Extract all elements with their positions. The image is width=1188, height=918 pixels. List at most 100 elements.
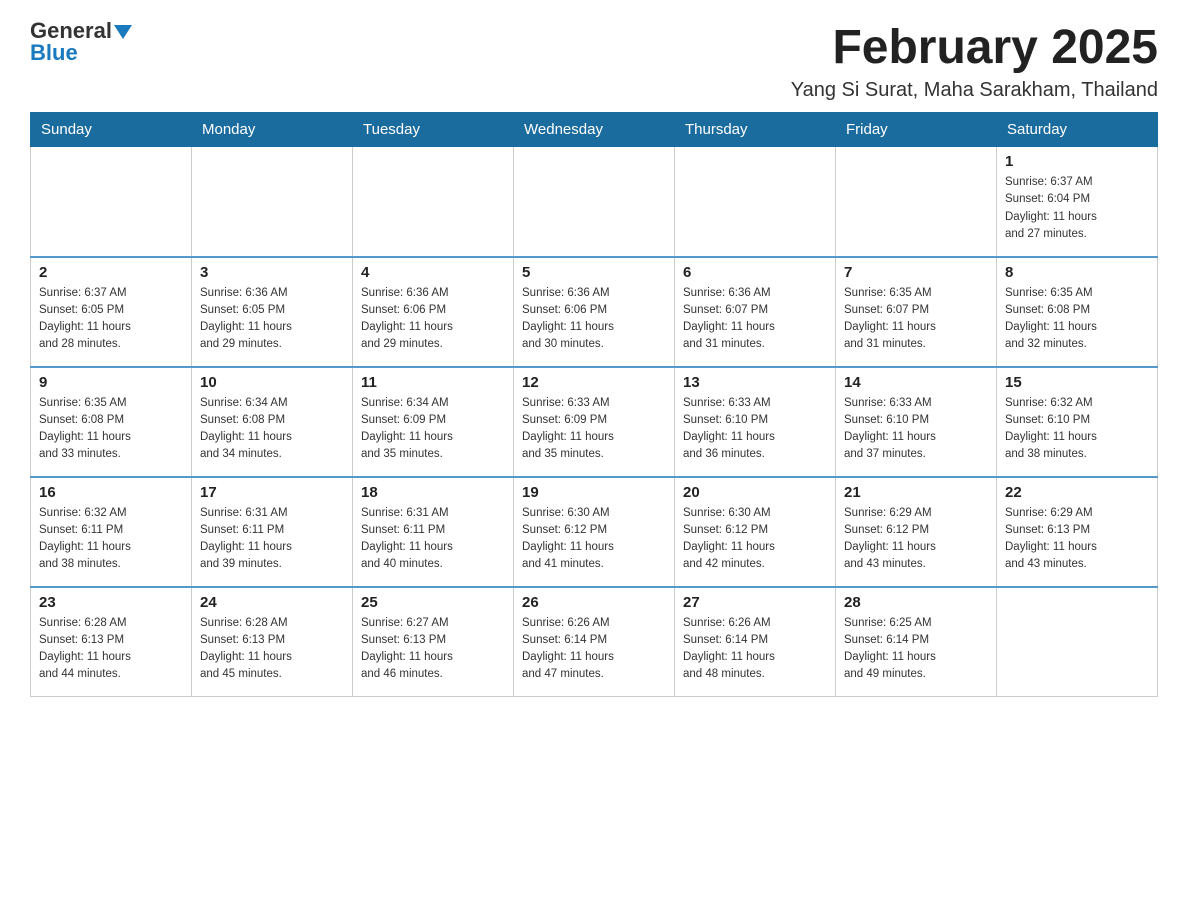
day-info: Sunrise: 6:33 AM Sunset: 6:09 PM Dayligh… — [522, 395, 666, 464]
calendar-cell — [192, 147, 353, 257]
day-info: Sunrise: 6:34 AM Sunset: 6:09 PM Dayligh… — [361, 395, 505, 464]
day-number: 14 — [844, 374, 988, 391]
day-info: Sunrise: 6:29 AM Sunset: 6:13 PM Dayligh… — [1005, 505, 1149, 574]
day-info: Sunrise: 6:26 AM Sunset: 6:14 PM Dayligh… — [522, 615, 666, 684]
calendar-title: February 2025 — [791, 20, 1158, 75]
calendar-cell: 22Sunrise: 6:29 AM Sunset: 6:13 PM Dayli… — [997, 477, 1158, 587]
calendar-cell: 4 Sunrise: 6:36 AM Sunset: 6:06 PM Daylig… — [353, 257, 514, 367]
calendar-cell: 19 Sunrise: 6:30 AM Sunset: 6:12 PM Dayli… — [514, 477, 675, 587]
day-number: 3 — [200, 264, 344, 281]
logo: General Blue — [30, 20, 132, 64]
day-info: Sunrise: 6:30 AM Sunset: 6:12 PM Dayligh… — [683, 505, 827, 574]
day-number: 1 — [1005, 153, 1149, 170]
day-number: 12 — [522, 374, 666, 391]
day-info: Sunrise: 6:35 AM Sunset: 6:07 PM Dayligh… — [844, 285, 988, 354]
calendar-cell: 21Sunrise: 6:29 AM Sunset: 6:12 PM Dayli… — [836, 477, 997, 587]
day-info: Sunrise: 6:29 AM Sunset: 6:12 PM Dayligh… — [844, 505, 988, 574]
calendar-cell: 11 Sunrise: 6:34 AM Sunset: 6:09 PM Dayli… — [353, 367, 514, 477]
calendar-cell: 23 Sunrise: 6:28 AM Sunset: 6:13 PM Dayli… — [31, 587, 192, 697]
day-number: 26 — [522, 594, 666, 611]
day-info: Sunrise: 6:28 AM Sunset: 6:13 PM Dayligh… — [39, 615, 183, 684]
day-number: 20 — [683, 484, 827, 501]
calendar-cell: 20 Sunrise: 6:30 AM Sunset: 6:12 PM Dayli… — [675, 477, 836, 587]
day-info: Sunrise: 6:35 AM Sunset: 6:08 PM Dayligh… — [39, 395, 183, 464]
calendar-cell — [353, 147, 514, 257]
day-number: 7 — [844, 264, 988, 281]
day-info: Sunrise: 6:37 AM Sunset: 6:04 PM Dayligh… — [1005, 174, 1149, 243]
day-number: 9 — [39, 374, 183, 391]
calendar-cell — [836, 147, 997, 257]
calendar-cell: 1 Sunrise: 6:37 AM Sunset: 6:04 PM Daylig… — [997, 147, 1158, 257]
day-info: Sunrise: 6:28 AM Sunset: 6:13 PM Dayligh… — [200, 615, 344, 684]
logo-blue-text: Blue — [30, 40, 78, 65]
day-number: 2 — [39, 264, 183, 281]
day-number: 17 — [200, 484, 344, 501]
day-of-week-header: Tuesday — [353, 113, 514, 147]
day-info: Sunrise: 6:36 AM Sunset: 6:06 PM Dayligh… — [522, 285, 666, 354]
calendar-cell: 15 Sunrise: 6:32 AM Sunset: 6:10 PM Dayli… — [997, 367, 1158, 477]
day-number: 5 — [522, 264, 666, 281]
calendar-cell: 16 Sunrise: 6:32 AM Sunset: 6:11 PM Dayli… — [31, 477, 192, 587]
day-number: 16 — [39, 484, 183, 501]
day-number: 15 — [1005, 374, 1149, 391]
day-info: Sunrise: 6:25 AM Sunset: 6:14 PM Dayligh… — [844, 615, 988, 684]
day-of-week-header: Wednesday — [514, 113, 675, 147]
calendar-cell: 2 Sunrise: 6:37 AM Sunset: 6:05 PM Daylig… — [31, 257, 192, 367]
day-number: 4 — [361, 264, 505, 281]
calendar-cell: 3 Sunrise: 6:36 AM Sunset: 6:05 PM Daylig… — [192, 257, 353, 367]
calendar-week-row: 2 Sunrise: 6:37 AM Sunset: 6:05 PM Daylig… — [31, 257, 1158, 367]
day-number: 19 — [522, 484, 666, 501]
calendar-cell — [997, 587, 1158, 697]
day-number: 24 — [200, 594, 344, 611]
logo-triangle-icon — [114, 25, 132, 39]
calendar-cell: 10 Sunrise: 6:34 AM Sunset: 6:08 PM Dayli… — [192, 367, 353, 477]
calendar-cell: 14Sunrise: 6:33 AM Sunset: 6:10 PM Dayli… — [836, 367, 997, 477]
day-number: 23 — [39, 594, 183, 611]
day-info: Sunrise: 6:32 AM Sunset: 6:10 PM Dayligh… — [1005, 395, 1149, 464]
day-info: Sunrise: 6:32 AM Sunset: 6:11 PM Dayligh… — [39, 505, 183, 574]
day-number: 8 — [1005, 264, 1149, 281]
day-number: 25 — [361, 594, 505, 611]
day-info: Sunrise: 6:36 AM Sunset: 6:06 PM Dayligh… — [361, 285, 505, 354]
calendar-cell: 25 Sunrise: 6:27 AM Sunset: 6:13 PM Dayli… — [353, 587, 514, 697]
day-of-week-header: Friday — [836, 113, 997, 147]
day-number: 13 — [683, 374, 827, 391]
calendar-cell — [675, 147, 836, 257]
day-of-week-header: Sunday — [31, 113, 192, 147]
day-info: Sunrise: 6:35 AM Sunset: 6:08 PM Dayligh… — [1005, 285, 1149, 354]
day-number: 18 — [361, 484, 505, 501]
calendar-cell: 18 Sunrise: 6:31 AM Sunset: 6:11 PM Dayli… — [353, 477, 514, 587]
day-info: Sunrise: 6:33 AM Sunset: 6:10 PM Dayligh… — [683, 395, 827, 464]
day-number: 27 — [683, 594, 827, 611]
calendar-cell: 13 Sunrise: 6:33 AM Sunset: 6:10 PM Dayli… — [675, 367, 836, 477]
page-header: General Blue February 2025 Yang Si Surat… — [30, 20, 1158, 102]
calendar-subtitle: Yang Si Surat, Maha Sarakham, Thailand — [791, 79, 1158, 102]
calendar-cell: 17Sunrise: 6:31 AM Sunset: 6:11 PM Dayli… — [192, 477, 353, 587]
calendar-header-row: SundayMondayTuesdayWednesdayThursdayFrid… — [31, 113, 1158, 147]
calendar-cell: 9 Sunrise: 6:35 AM Sunset: 6:08 PM Daylig… — [31, 367, 192, 477]
calendar-week-row: 16 Sunrise: 6:32 AM Sunset: 6:11 PM Dayli… — [31, 477, 1158, 587]
day-number: 11 — [361, 374, 505, 391]
day-info: Sunrise: 6:36 AM Sunset: 6:05 PM Dayligh… — [200, 285, 344, 354]
day-info: Sunrise: 6:31 AM Sunset: 6:11 PM Dayligh… — [361, 505, 505, 574]
day-number: 6 — [683, 264, 827, 281]
day-number: 10 — [200, 374, 344, 391]
day-of-week-header: Monday — [192, 113, 353, 147]
day-info: Sunrise: 6:27 AM Sunset: 6:13 PM Dayligh… — [361, 615, 505, 684]
calendar-cell — [514, 147, 675, 257]
day-info: Sunrise: 6:34 AM Sunset: 6:08 PM Dayligh… — [200, 395, 344, 464]
calendar-cell: 26 Sunrise: 6:26 AM Sunset: 6:14 PM Dayli… — [514, 587, 675, 697]
day-of-week-header: Thursday — [675, 113, 836, 147]
calendar-week-row: 1 Sunrise: 6:37 AM Sunset: 6:04 PM Daylig… — [31, 147, 1158, 257]
day-info: Sunrise: 6:37 AM Sunset: 6:05 PM Dayligh… — [39, 285, 183, 354]
title-block: February 2025 Yang Si Surat, Maha Sarakh… — [791, 20, 1158, 102]
calendar-week-row: 23 Sunrise: 6:28 AM Sunset: 6:13 PM Dayli… — [31, 587, 1158, 697]
calendar-table: SundayMondayTuesdayWednesdayThursdayFrid… — [30, 112, 1158, 697]
calendar-cell: 12 Sunrise: 6:33 AM Sunset: 6:09 PM Dayli… — [514, 367, 675, 477]
day-info: Sunrise: 6:36 AM Sunset: 6:07 PM Dayligh… — [683, 285, 827, 354]
calendar-cell: 5 Sunrise: 6:36 AM Sunset: 6:06 PM Daylig… — [514, 257, 675, 367]
calendar-week-row: 9 Sunrise: 6:35 AM Sunset: 6:08 PM Daylig… — [31, 367, 1158, 477]
day-info: Sunrise: 6:30 AM Sunset: 6:12 PM Dayligh… — [522, 505, 666, 574]
calendar-cell: 28 Sunrise: 6:25 AM Sunset: 6:14 PM Dayli… — [836, 587, 997, 697]
day-number: 28 — [844, 594, 988, 611]
